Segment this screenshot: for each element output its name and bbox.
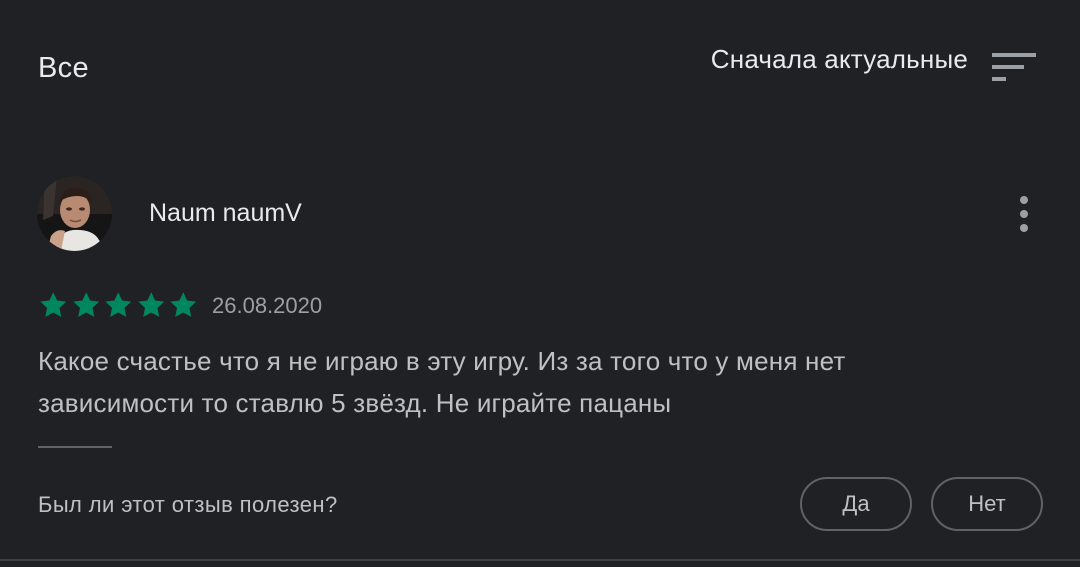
divider xyxy=(38,446,112,448)
star-icon xyxy=(105,292,132,317)
sort-icon[interactable] xyxy=(992,53,1036,83)
review-date: 26.08.2020 xyxy=(212,293,323,318)
reviewer-name: Naum naumV xyxy=(149,199,302,227)
user-avatar-image xyxy=(37,176,112,251)
helpful-question: Был ли этот отзыв полезен? xyxy=(38,492,338,517)
sort-order-label[interactable]: Сначала актуальные xyxy=(711,44,968,75)
reviews-page: Все Сначала актуальные Naum naumV 26.08.… xyxy=(0,0,1080,567)
more-vert-icon[interactable] xyxy=(1014,196,1034,232)
helpful-no-button[interactable]: Нет xyxy=(931,477,1043,531)
star-icon xyxy=(170,292,197,317)
star-icon xyxy=(72,292,99,317)
star-rating xyxy=(37,290,200,320)
star-icon xyxy=(40,292,67,317)
star-icon xyxy=(137,292,164,317)
helpful-yes-button[interactable]: Да xyxy=(800,477,912,531)
section-divider xyxy=(0,559,1080,561)
filter-all-label[interactable]: Все xyxy=(38,52,89,85)
review-text: Какое счастье что я не играю в эту игру.… xyxy=(38,346,846,418)
avatar[interactable] xyxy=(37,176,112,251)
